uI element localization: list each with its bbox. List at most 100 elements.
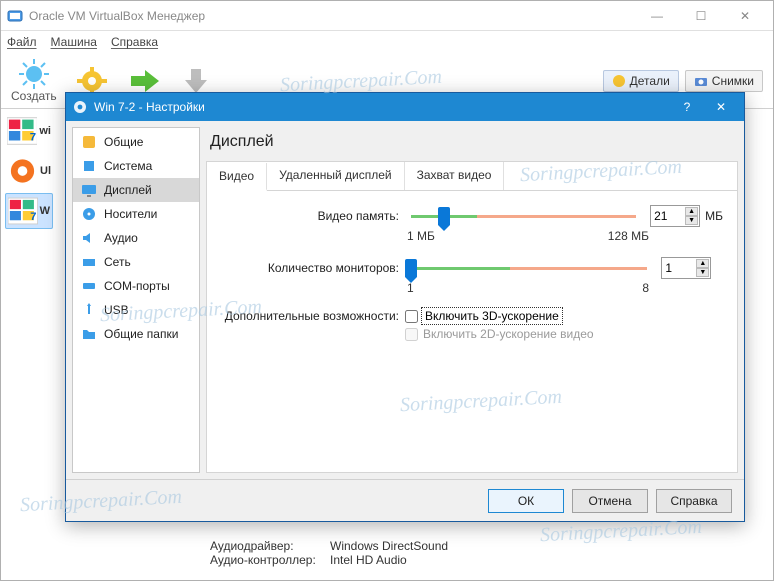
vm-item-label: Ul: [40, 165, 51, 177]
nav-label: Система: [104, 159, 152, 173]
toolbar-settings[interactable]: [75, 66, 109, 96]
nav-shared[interactable]: Общие папки: [73, 322, 199, 346]
tab-remote[interactable]: Удаленный дисплей: [267, 162, 405, 190]
info-val: Intel HD Audio: [330, 553, 407, 567]
svg-text:7: 7: [30, 211, 36, 223]
monitors-spin[interactable]: ▲▼: [661, 257, 711, 279]
menu-file[interactable]: Файл: [7, 35, 37, 49]
general-icon: [81, 134, 97, 150]
vm-item-label: wi: [39, 125, 51, 137]
maximize-button[interactable]: ☐: [679, 2, 723, 30]
accel2d-label: Включить 2D-ускорение видео: [423, 327, 594, 341]
form-area: Видео память: ▲▼ МБ: [207, 191, 737, 341]
gear-icon: [75, 66, 109, 96]
monitors-min: 1: [407, 281, 414, 295]
folder-icon: [81, 326, 97, 342]
nav-general[interactable]: Общие: [73, 130, 199, 154]
accel3d-label: Включить 3D-ускорение: [423, 309, 561, 323]
nav-audio[interactable]: Аудио: [73, 226, 199, 250]
nav-label: COM-порты: [104, 279, 170, 293]
usb-icon: [81, 302, 97, 318]
spin-down[interactable]: ▼: [685, 216, 698, 225]
speaker-icon: [81, 230, 97, 246]
nav-label: Аудио: [104, 231, 138, 245]
monitors-input[interactable]: [665, 261, 693, 275]
spin-down[interactable]: ▼: [696, 268, 709, 277]
menu-machine[interactable]: Машина: [51, 35, 97, 49]
accel3d-checkbox[interactable]: [405, 310, 418, 323]
minimize-button[interactable]: —: [635, 2, 679, 30]
audio-info: Аудиодрайвер:Windows DirectSound Аудио-к…: [210, 539, 448, 567]
nav-system[interactable]: Система: [73, 154, 199, 178]
videomem-slider[interactable]: [405, 205, 642, 227]
nav-storage[interactable]: Носители: [73, 202, 199, 226]
nav-label: Общие: [104, 135, 143, 149]
ok-button[interactable]: ОК: [488, 489, 564, 513]
videomem-spin[interactable]: ▲▼: [650, 205, 700, 227]
nav-label: Носители: [104, 207, 157, 221]
monitors-slider[interactable]: [405, 257, 653, 279]
vm-list: 7 wi Ul 7 W: [1, 109, 56, 580]
nav-usb[interactable]: USB: [73, 298, 199, 322]
vm-item[interactable]: 7 wi: [5, 113, 53, 149]
videomem-label: Видео память:: [221, 209, 399, 223]
videomem-max: 128 МБ: [608, 229, 649, 243]
nav-display[interactable]: Дисплей: [73, 178, 199, 202]
toolbar-details-label: Детали: [630, 74, 670, 88]
videomem-input[interactable]: [654, 209, 682, 223]
serial-icon: [81, 278, 97, 294]
pane-content: Видео Удаленный дисплей Захват видео Вид…: [206, 161, 738, 473]
toolbar-start[interactable]: [127, 66, 161, 96]
videomem-min: 1 МБ: [407, 229, 435, 243]
display-icon: [81, 182, 97, 198]
tab-video[interactable]: Видео: [207, 163, 267, 191]
dialog-close-button[interactable]: ✕: [704, 94, 738, 120]
dialog-body: Общие Система Дисплей Носители Аудио Сет…: [66, 121, 744, 479]
vm-item[interactable]: Ul: [5, 153, 53, 189]
gear-icon: [72, 99, 88, 115]
extra-label: Дополнительные возможности:: [221, 309, 399, 323]
camera-icon: [694, 74, 708, 88]
window-title: Oracle VM VirtualBox Менеджер: [29, 9, 635, 23]
spin-up[interactable]: ▲: [685, 207, 698, 216]
settings-nav: Общие Система Дисплей Носители Аудио Сет…: [72, 127, 200, 473]
tab-capture[interactable]: Захват видео: [405, 162, 505, 190]
app-icon: [7, 8, 23, 24]
dialog-title: Win 7-2 - Настройки: [94, 100, 670, 114]
tabbar: Видео Удаленный дисплей Захват видео: [207, 162, 737, 191]
spin-up[interactable]: ▲: [696, 259, 709, 268]
network-icon: [81, 254, 97, 270]
accel2d-checkbox: [405, 328, 418, 341]
toolbar-create-label: Создать: [11, 89, 57, 103]
toolbar-details[interactable]: Детали: [603, 70, 679, 92]
toolbar-discard[interactable]: [179, 66, 213, 96]
monitors-label: Количество мониторов:: [221, 261, 399, 275]
toolbar-snapshots[interactable]: Снимки: [685, 70, 763, 92]
toolbar-create[interactable]: Создать: [11, 59, 57, 103]
vm-item-label: W: [40, 205, 50, 217]
dialog-help-button[interactable]: ?: [670, 94, 704, 120]
arrow-down-icon: [179, 66, 213, 96]
disk-icon: [81, 206, 97, 222]
monitors-max: 8: [642, 281, 649, 295]
settings-dialog: Win 7-2 - Настройки ? ✕ Общие Система Ди…: [65, 92, 745, 522]
nav-label: Общие папки: [104, 327, 178, 341]
settings-pane: Дисплей Видео Удаленный дисплей Захват в…: [206, 127, 738, 473]
dialog-titlebar: Win 7-2 - Настройки ? ✕: [66, 93, 744, 121]
nav-comports[interactable]: COM-порты: [73, 274, 199, 298]
help-button[interactable]: Справка: [656, 489, 732, 513]
vm-item[interactable]: 7 W: [5, 193, 53, 229]
info-key: Аудио-контроллер:: [210, 553, 320, 567]
sun-icon: [17, 59, 51, 89]
nav-network[interactable]: Сеть: [73, 250, 199, 274]
toolbar-snapshots-label: Снимки: [712, 74, 754, 88]
titlebar: Oracle VM VirtualBox Менеджер — ☐ ✕: [1, 1, 773, 31]
info-key: Аудиодрайвер:: [210, 539, 320, 553]
chip-icon: [81, 158, 97, 174]
close-button[interactable]: ✕: [723, 2, 767, 30]
nav-label: USB: [104, 303, 129, 317]
menu-help[interactable]: Справка: [111, 35, 158, 49]
menubar: Файл Машина Справка: [1, 31, 773, 53]
nav-label: Сеть: [104, 255, 131, 269]
cancel-button[interactable]: Отмена: [572, 489, 648, 513]
